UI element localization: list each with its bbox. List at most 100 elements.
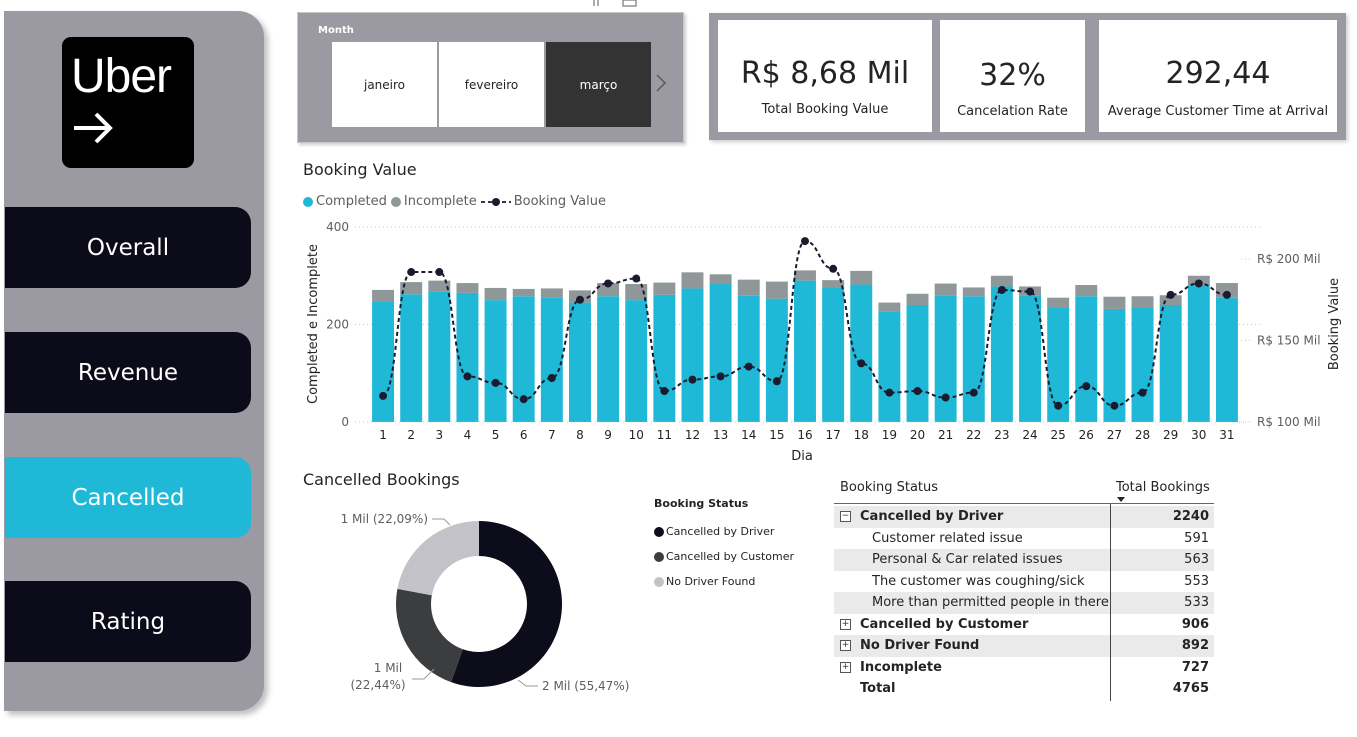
booking-value-point bbox=[660, 387, 669, 396]
x-tick-label: 31 bbox=[1219, 428, 1234, 442]
matrix-row-value: 563 bbox=[1184, 552, 1209, 567]
booking-value-point bbox=[885, 388, 894, 397]
x-tick-label: 22 bbox=[966, 428, 981, 442]
booking-value-point bbox=[801, 237, 809, 246]
x-tick-label: 17 bbox=[825, 428, 840, 442]
bar-completed bbox=[653, 294, 676, 422]
expand-icon[interactable]: + bbox=[840, 618, 851, 630]
x-tick-label: 18 bbox=[854, 428, 869, 442]
matrix-row: More than permitted people in there 533 bbox=[834, 592, 1214, 614]
collapse-icon[interactable]: − bbox=[840, 511, 851, 522]
matrix-row-value: 4765 bbox=[1172, 681, 1209, 696]
x-tick-label: 28 bbox=[1135, 428, 1150, 442]
x-tick-label: 3 bbox=[436, 428, 444, 442]
x-tick-label: 7 bbox=[548, 428, 556, 442]
month-option-fevereiro[interactable]: fevereiro bbox=[439, 42, 544, 127]
x-tick-label: 15 bbox=[769, 428, 784, 442]
x-tick-label: 9 bbox=[604, 428, 612, 442]
matrix-row[interactable]: + Cancelled by Customer 906 bbox=[834, 614, 1214, 636]
booking-value-point bbox=[772, 377, 781, 386]
bar-completed bbox=[1187, 285, 1210, 422]
legend-item-booking-value: Booking Value bbox=[480, 194, 606, 209]
x-tick-label: 21 bbox=[938, 428, 953, 442]
kpi-value: 32% bbox=[979, 58, 1046, 93]
x-tick-label: 13 bbox=[713, 428, 728, 442]
legend-item-completed: Completed bbox=[303, 194, 387, 209]
matrix-row[interactable]: + No Driver Found 892 bbox=[834, 635, 1214, 657]
bar-incomplete bbox=[1131, 296, 1154, 308]
booking-value-point bbox=[1166, 290, 1175, 299]
arrow-right-icon bbox=[74, 112, 113, 144]
x-tick-label: 30 bbox=[1191, 428, 1206, 442]
bar-completed bbox=[765, 298, 788, 422]
y2-tick-label: R$ 150 Mil bbox=[1257, 334, 1321, 348]
line-marker-icon bbox=[480, 197, 511, 206]
bar-completed bbox=[878, 311, 901, 422]
bar-completed bbox=[850, 284, 873, 422]
donut-slice[interactable] bbox=[396, 588, 463, 683]
matrix-row[interactable]: + Incomplete 727 bbox=[834, 657, 1214, 679]
bar-completed bbox=[737, 295, 760, 422]
booking-value-point bbox=[1138, 388, 1147, 397]
bar-completed bbox=[540, 297, 563, 422]
bar-incomplete bbox=[962, 287, 985, 297]
column-divider bbox=[1110, 504, 1111, 701]
y2-tick-label: R$ 200 Mil bbox=[1257, 252, 1321, 266]
x-tick-label: 29 bbox=[1163, 428, 1178, 442]
kpi-label: Average Customer Time at Arrival bbox=[1107, 104, 1329, 119]
bar-incomplete bbox=[737, 279, 760, 296]
nav-revenue-button[interactable]: Revenue bbox=[5, 332, 251, 413]
x-tick-label: 5 bbox=[492, 428, 500, 442]
booking-value-point bbox=[716, 372, 725, 381]
bar-incomplete bbox=[878, 302, 901, 312]
kpi-label: Total Booking Value bbox=[761, 102, 889, 117]
legend-item-cancelled-by-customer[interactable]: Cancelled by Customer bbox=[654, 544, 794, 569]
nav-rating-button[interactable]: Rating bbox=[5, 581, 251, 662]
bar-completed bbox=[709, 284, 732, 422]
bar-incomplete bbox=[934, 283, 957, 296]
donut-slice[interactable] bbox=[397, 521, 479, 596]
x-tick-label: 2 bbox=[407, 428, 415, 442]
cancelled-chart-title: Cancelled Bookings bbox=[303, 470, 460, 489]
booking-value-point bbox=[941, 393, 950, 402]
matrix-row-value: 892 bbox=[1181, 638, 1209, 653]
donut-legend-title: Booking Status bbox=[654, 497, 749, 510]
month-option-janeiro[interactable]: janeiro bbox=[332, 42, 437, 127]
booking-value-point bbox=[491, 378, 500, 387]
legend-swatch bbox=[654, 526, 664, 537]
matrix-row-value: 553 bbox=[1184, 573, 1209, 589]
legend-swatch bbox=[390, 196, 401, 207]
x-tick-label: 6 bbox=[520, 428, 528, 442]
month-option-marco[interactable]: março bbox=[546, 42, 651, 127]
x-tick-label: 20 bbox=[910, 428, 925, 442]
booking-value-point bbox=[1054, 401, 1063, 410]
booking-value-point bbox=[997, 285, 1006, 294]
booking-chart-legend: Completed Incomplete Booking Value bbox=[303, 194, 610, 209]
matrix-row-label: The customer was coughing/sick bbox=[872, 573, 1085, 589]
bar-incomplete bbox=[906, 293, 929, 305]
expand-icon[interactable]: + bbox=[840, 661, 851, 673]
x-tick-label: 8 bbox=[576, 428, 584, 442]
booking-value-point bbox=[1110, 401, 1119, 410]
nav-overall-button[interactable]: Overall bbox=[5, 207, 251, 288]
bar-completed bbox=[1131, 307, 1154, 422]
bar-incomplete bbox=[512, 288, 535, 297]
booking-value-point bbox=[744, 362, 753, 371]
matrix-row[interactable]: − Cancelled by Driver 2240 bbox=[834, 506, 1214, 528]
bar-completed bbox=[1159, 305, 1182, 422]
booking-value-point bbox=[463, 372, 472, 381]
bar-completed bbox=[625, 300, 648, 422]
chevron-right-icon[interactable] bbox=[655, 73, 667, 93]
visual-header-icons[interactable] bbox=[590, 0, 640, 10]
legend-swatch bbox=[654, 576, 664, 587]
nav-cancelled-button[interactable]: Cancelled bbox=[5, 457, 251, 538]
legend-item-no-driver-found[interactable]: No Driver Found bbox=[654, 569, 794, 594]
booking-value-point bbox=[829, 264, 838, 273]
bar-incomplete bbox=[372, 289, 395, 302]
booking-value-point bbox=[913, 387, 922, 396]
legend-item-cancelled-by-driver[interactable]: Cancelled by Driver bbox=[654, 519, 794, 544]
expand-icon[interactable]: + bbox=[840, 640, 851, 651]
matrix-row-label: Cancelled by Customer bbox=[860, 616, 1029, 632]
y-tick-label: 200 bbox=[326, 318, 349, 332]
booking-value-point bbox=[1222, 290, 1231, 299]
